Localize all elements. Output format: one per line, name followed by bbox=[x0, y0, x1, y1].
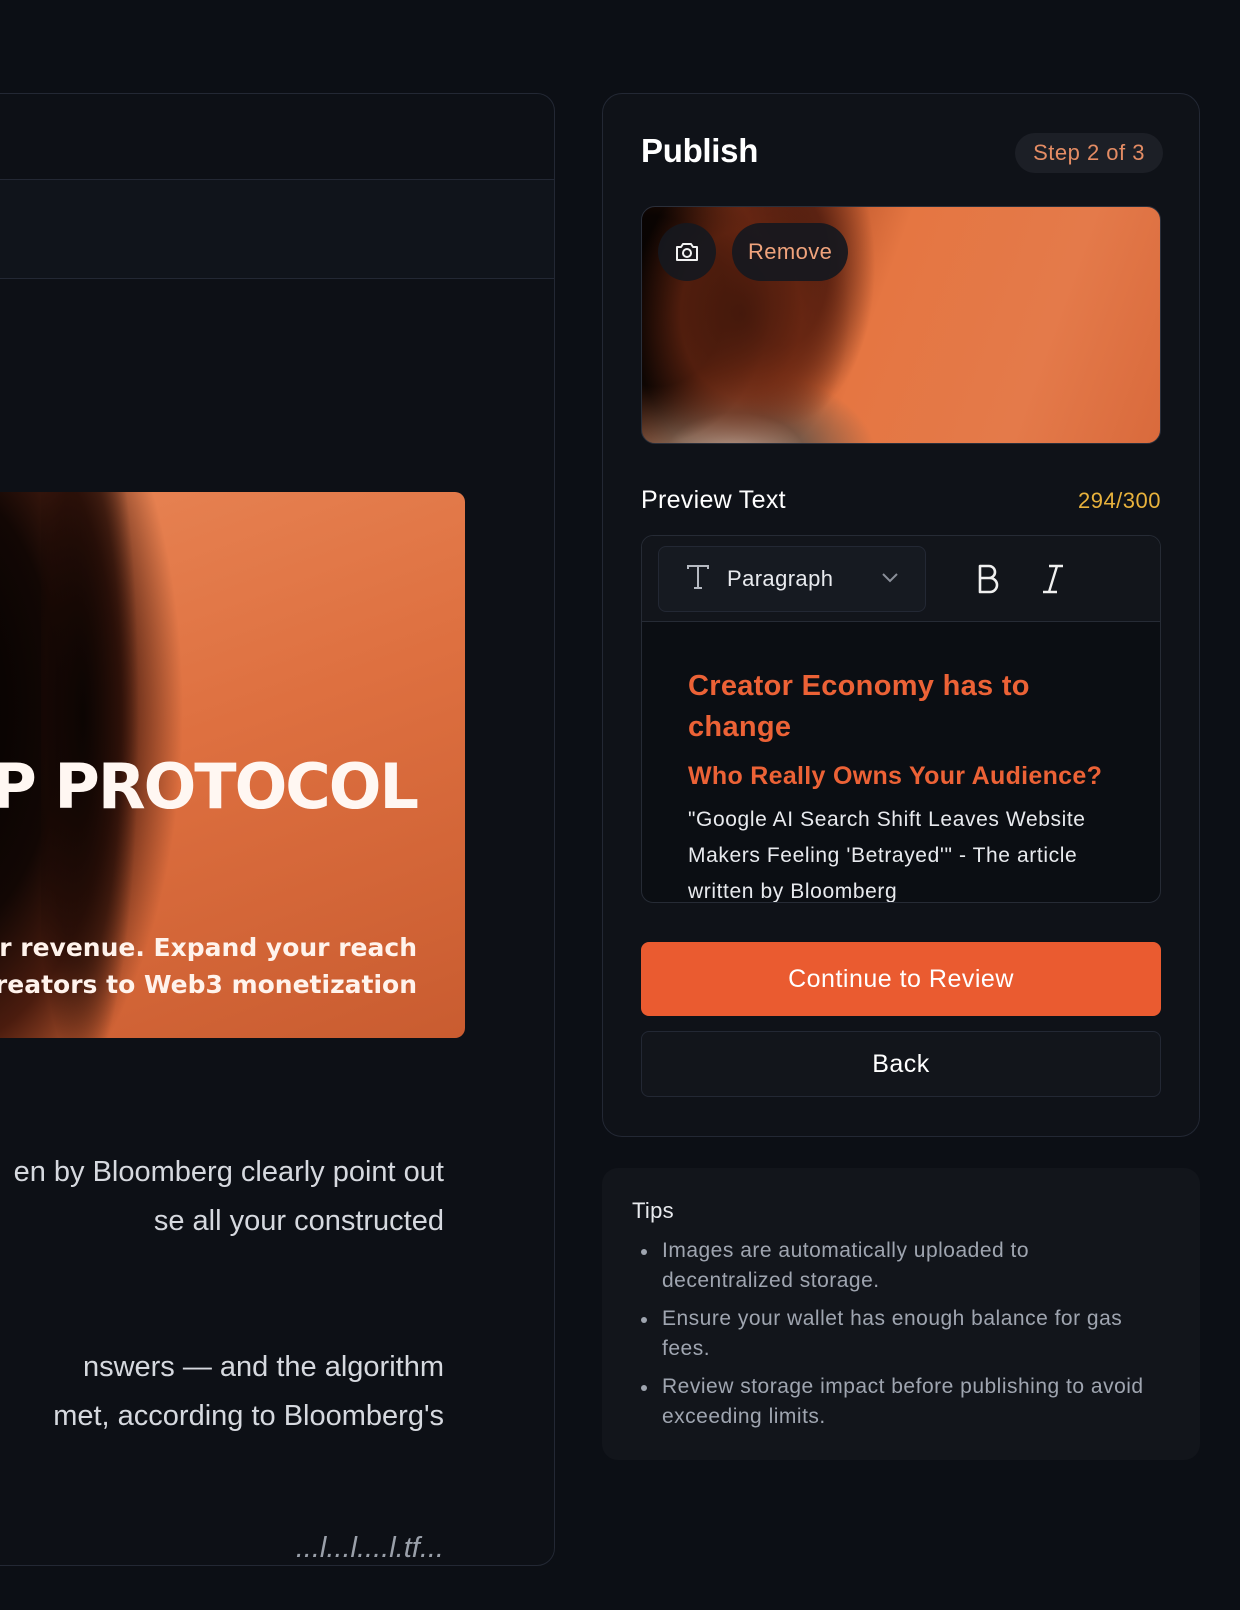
article-paragraph[interactable]: nswers — and the algorithm met, accordin… bbox=[53, 1343, 444, 1441]
article-paragraph[interactable]: ...l...l....l.tf... bbox=[296, 1524, 444, 1565]
tip-item: Images are automatically uploaded to dec… bbox=[632, 1236, 1162, 1296]
remove-cover-button[interactable]: Remove bbox=[732, 223, 849, 281]
block-type-label: Paragraph bbox=[727, 566, 834, 591]
page: IP PROTOCOL l your revenue. Expand your … bbox=[0, 0, 1240, 1610]
camera-icon bbox=[676, 243, 698, 261]
article-banner-image: IP PROTOCOL l your revenue. Expand your … bbox=[0, 492, 465, 1038]
preview-content[interactable]: Creator Economy has to change Who Really… bbox=[688, 666, 1128, 903]
bold-icon[interactable] bbox=[972, 562, 1002, 596]
article-editor-panel: IP PROTOCOL l your revenue. Expand your … bbox=[0, 93, 555, 1566]
editor-header-bar bbox=[0, 94, 554, 180]
banner-subtitle: l your revenue. Expand your reach b2 cre… bbox=[0, 933, 417, 999]
publish-card: Publish Step 2 of 3 Remove Preview Text … bbox=[602, 93, 1200, 1137]
content-paragraph: "Google AI Search Shift Leaves Website M… bbox=[688, 808, 1086, 903]
tips-title: Tips bbox=[632, 1198, 674, 1223]
text-toolbar: Paragraph bbox=[642, 536, 1160, 622]
banner-title: IP PROTOCOL bbox=[0, 750, 419, 823]
tips-panel: Tips Images are automatically uploaded t… bbox=[602, 1168, 1200, 1460]
content-heading-2: Who Really Owns Your Audience? bbox=[688, 762, 1103, 790]
back-button[interactable]: Back bbox=[641, 1031, 1161, 1097]
chevron-down-icon bbox=[882, 573, 898, 583]
italic-icon[interactable] bbox=[1038, 562, 1068, 596]
continue-to-review-button[interactable]: Continue to Review bbox=[641, 942, 1161, 1016]
editor-toolbar-bar bbox=[0, 180, 554, 279]
preview-text-label: Preview Text bbox=[641, 486, 786, 514]
tip-item: Ensure your wallet has enough balance fo… bbox=[632, 1304, 1162, 1364]
character-counter: 294/300 bbox=[1077, 488, 1161, 513]
preview-text-editor[interactable]: Paragraph Creator Economy has to change … bbox=[641, 535, 1161, 903]
article-paragraph[interactable]: en by Bloomberg clearly point out se all… bbox=[14, 1148, 444, 1246]
block-type-select[interactable]: Paragraph bbox=[658, 546, 926, 612]
publish-title: Publish bbox=[641, 132, 759, 169]
cover-image[interactable]: Remove bbox=[641, 206, 1161, 444]
change-cover-button[interactable] bbox=[658, 223, 716, 281]
content-heading-1: Creator Economy has to change bbox=[688, 670, 1030, 743]
text-type-icon bbox=[687, 565, 709, 589]
tips-list: Images are automatically uploaded to dec… bbox=[632, 1236, 1162, 1440]
step-badge: Step 2 of 3 bbox=[1015, 133, 1163, 173]
tip-item: Review storage impact before publishing … bbox=[632, 1372, 1162, 1432]
